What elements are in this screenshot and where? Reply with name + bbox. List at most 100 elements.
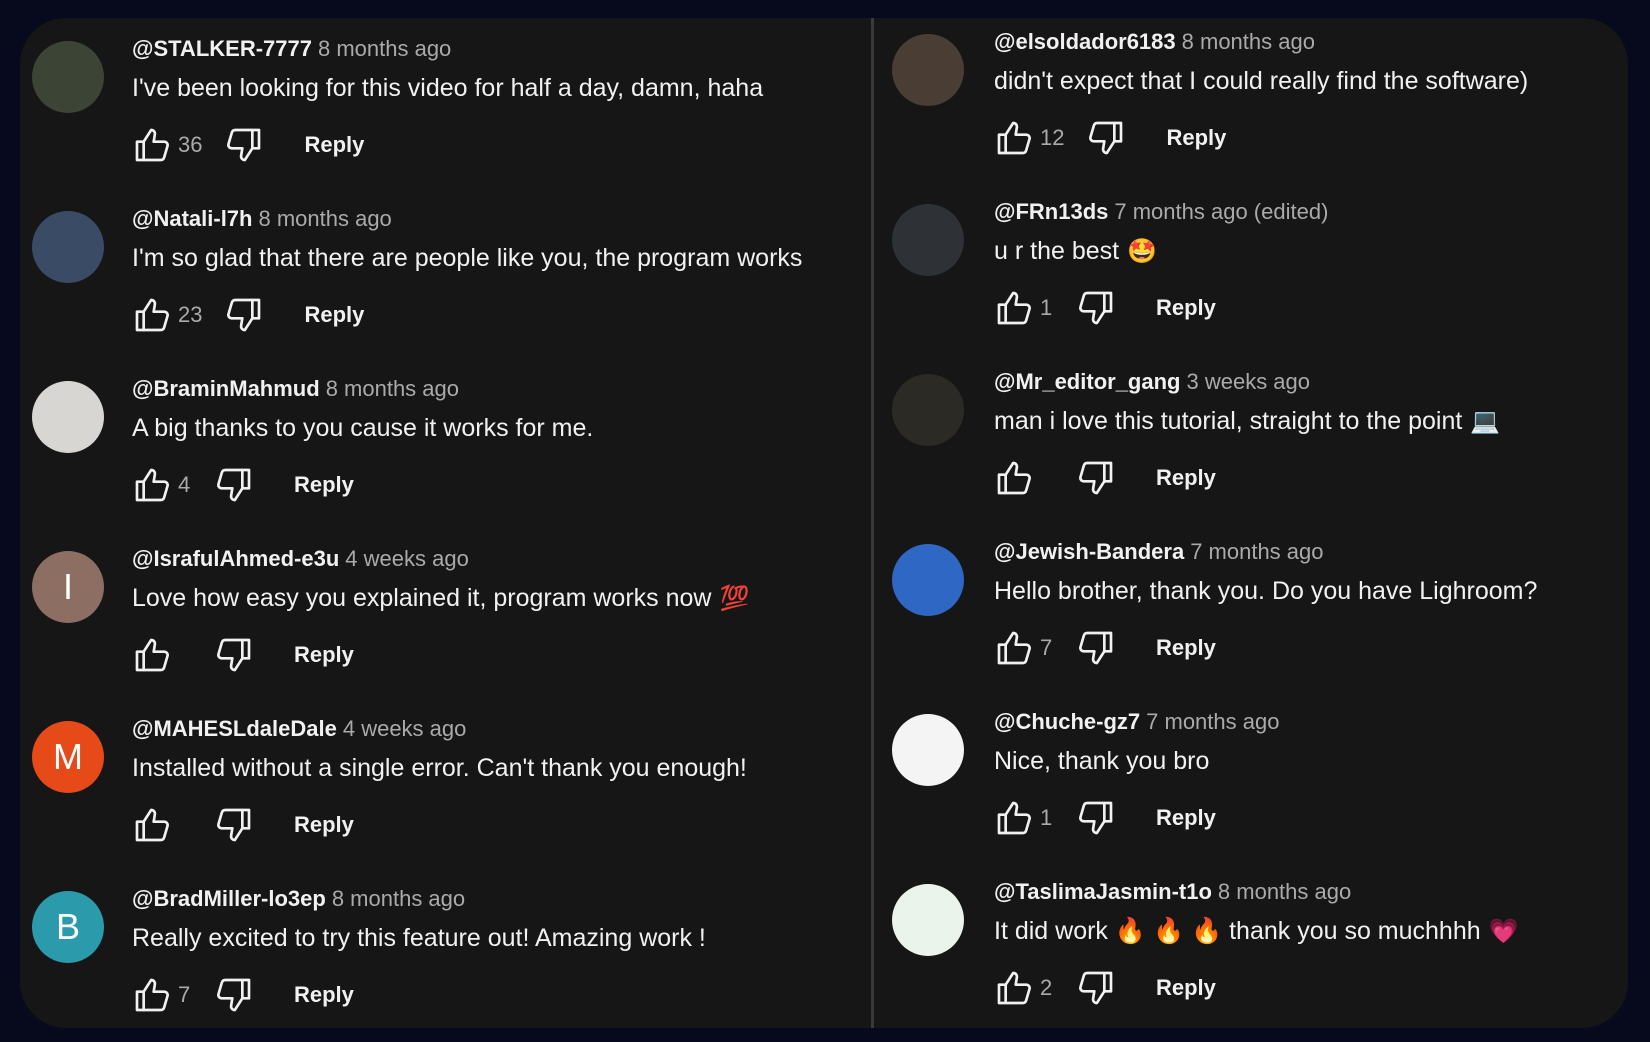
like-icon[interactable]	[132, 635, 172, 675]
reply-button[interactable]: Reply	[294, 472, 354, 498]
comment-author[interactable]: @STALKER-7777	[132, 36, 312, 61]
comment-meta: @MAHESLdaleDale 4 weeks ago	[132, 714, 755, 744]
comment-author[interactable]: @Natali-l7h	[132, 206, 252, 231]
comment-meta: @elsoldador6183 8 months ago	[994, 27, 1536, 57]
like-icon[interactable]	[994, 628, 1034, 668]
dislike-icon[interactable]	[1086, 118, 1126, 158]
avatar-letter: I	[62, 566, 73, 607]
comment-text: A big thanks to you cause it works for m…	[132, 414, 601, 443]
like-icon[interactable]	[994, 118, 1034, 158]
reply-button[interactable]: Reply	[1156, 295, 1216, 321]
comment-author[interactable]: @IsrafulAhmed-e3u	[132, 546, 339, 571]
comment-body: @Jewish-Bandera 7 months ago Hello brothe…	[994, 537, 1545, 668]
dislike-icon[interactable]	[1076, 968, 1116, 1008]
dislike-icon[interactable]	[1076, 458, 1116, 498]
comment-author[interactable]: @TaslimaJasmin-t1o	[994, 879, 1212, 904]
like-count: 4	[178, 472, 191, 497]
comment-item: M @MAHESLdaleDale 4 weeks ago Installed w…	[20, 698, 871, 868]
like-icon[interactable]	[132, 125, 172, 165]
dislike-icon[interactable]	[214, 805, 254, 845]
reply-button[interactable]: Reply	[294, 642, 354, 668]
dislike-icon[interactable]	[1076, 798, 1116, 838]
comment-emoji: 🤩	[1127, 238, 1157, 265]
comment-text: I've been looking for this video for hal…	[132, 74, 771, 103]
avatar[interactable]	[892, 714, 964, 786]
comment-author[interactable]: @elsoldador6183	[994, 29, 1176, 54]
dislike-icon[interactable]	[224, 295, 264, 335]
comment-text: u r the best 🤩	[994, 237, 1328, 266]
dislike-icon[interactable]	[1076, 288, 1116, 328]
like-icon[interactable]	[132, 975, 172, 1015]
like-icon[interactable]	[994, 288, 1034, 328]
avatar[interactable]	[892, 544, 964, 616]
reply-button[interactable]: Reply	[1156, 805, 1216, 831]
comment-text: Nice, thank you bro	[994, 747, 1279, 776]
comment-timestamp[interactable]: 8 months ago	[332, 886, 465, 911]
comment-actions: 2 Reply	[994, 968, 1519, 1008]
comment-timestamp[interactable]: 4 weeks ago	[345, 546, 469, 571]
comment-author[interactable]: @MAHESLdaleDale	[132, 716, 337, 741]
dislike-icon[interactable]	[224, 125, 264, 165]
reply-button[interactable]: Reply	[1166, 125, 1226, 151]
like-icon[interactable]	[132, 295, 172, 335]
avatar[interactable]	[32, 211, 104, 283]
comment-timestamp[interactable]: 8 months ago	[326, 376, 459, 401]
dislike-icon[interactable]	[214, 465, 254, 505]
comment-author[interactable]: @Jewish-Bandera	[994, 539, 1184, 564]
avatar[interactable]	[892, 34, 964, 106]
avatar[interactable]	[892, 884, 964, 956]
comment-text-content: It did work 🔥 🔥 🔥 thank you so muchhhh	[994, 917, 1481, 945]
comment-timestamp[interactable]: 7 months ago	[1146, 709, 1279, 734]
dislike-icon[interactable]	[214, 635, 254, 675]
comment-timestamp[interactable]: 8 months ago	[258, 206, 391, 231]
comment-author[interactable]: @Mr_editor_gang	[994, 369, 1180, 394]
comment-timestamp[interactable]: 3 weeks ago	[1186, 369, 1310, 394]
comment-item: @FRn13ds 7 months ago (edited) u r the be…	[874, 181, 1628, 351]
comment-body: @Chuche-gz7 7 months ago Nice, thank you …	[994, 707, 1279, 838]
reply-button[interactable]: Reply	[304, 132, 364, 158]
comment-item: @Chuche-gz7 7 months ago Nice, thank you …	[874, 691, 1628, 861]
comment-meta: @STALKER-7777 8 months ago	[132, 34, 771, 64]
like-icon[interactable]	[994, 798, 1034, 838]
comment-timestamp[interactable]: 8 months ago	[1182, 29, 1315, 54]
comment-timestamp[interactable]: 8 months ago	[318, 36, 451, 61]
like-icon[interactable]	[132, 805, 172, 845]
comments-panel: @STALKER-7777 8 months ago I've been look…	[20, 18, 1628, 1028]
comment-text-content: Installed without a single error. Can't …	[132, 754, 747, 782]
avatar[interactable]: M	[32, 721, 104, 793]
like-icon[interactable]	[132, 465, 172, 505]
reply-button[interactable]: Reply	[294, 982, 354, 1008]
comment-timestamp[interactable]: 7 months ago	[1190, 539, 1323, 564]
like-icon[interactable]	[994, 458, 1034, 498]
comment-timestamp[interactable]: 7 months ago (edited)	[1114, 199, 1328, 224]
comment-author[interactable]: @BradMiller-lo3ep	[132, 886, 326, 911]
dislike-icon[interactable]	[1076, 628, 1116, 668]
avatar[interactable]	[32, 41, 104, 113]
avatar[interactable]: I	[32, 551, 104, 623]
comment-meta: @Chuche-gz7 7 months ago	[994, 707, 1279, 737]
avatar[interactable]: B	[32, 891, 104, 963]
comment-text: Love how easy you explained it, program …	[132, 584, 749, 613]
avatar[interactable]	[892, 374, 964, 446]
reply-button[interactable]: Reply	[1156, 465, 1216, 491]
comment-item: @Mr_editor_gang 3 weeks ago man i love th…	[874, 351, 1628, 521]
like-icon[interactable]	[994, 968, 1034, 1008]
reply-button[interactable]: Reply	[1156, 975, 1216, 1001]
like-count: 23	[178, 302, 203, 327]
comment-text-content: Really excited to try this feature out! …	[132, 924, 706, 952]
reply-button[interactable]: Reply	[304, 302, 364, 328]
reply-button[interactable]: Reply	[1156, 635, 1216, 661]
reply-button[interactable]: Reply	[294, 812, 354, 838]
avatar-letter: B	[55, 906, 80, 947]
dislike-icon[interactable]	[214, 975, 254, 1015]
like-count: 7	[178, 982, 191, 1007]
comment-meta: @Mr_editor_gang 3 weeks ago	[994, 367, 1500, 397]
comment-timestamp[interactable]: 4 weeks ago	[343, 716, 467, 741]
like-count: 12	[1040, 125, 1065, 150]
comment-author[interactable]: @BraminMahmud	[132, 376, 320, 401]
comment-author[interactable]: @Chuche-gz7	[994, 709, 1140, 734]
comment-timestamp[interactable]: 8 months ago	[1218, 879, 1351, 904]
avatar[interactable]	[892, 204, 964, 276]
avatar[interactable]	[32, 381, 104, 453]
comment-author[interactable]: @FRn13ds	[994, 199, 1108, 224]
